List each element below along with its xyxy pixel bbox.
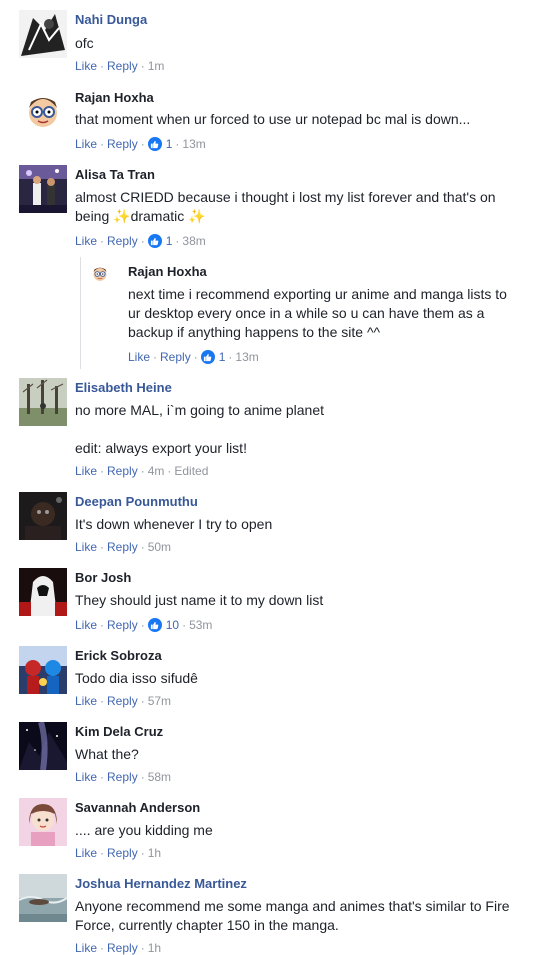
thumbs-up-icon	[147, 137, 162, 151]
avatar[interactable]	[19, 798, 67, 846]
thumbs-up-icon	[200, 350, 215, 364]
comment-text: no more MAL, i`m going to anime planet ed…	[75, 402, 325, 456]
reply-link[interactable]: Reply	[107, 540, 138, 554]
reaction-count[interactable]: 1	[200, 350, 225, 364]
like-link[interactable]: Like	[75, 618, 97, 632]
author-name[interactable]: Joshua Hernandez Martinez	[75, 876, 247, 891]
reply-link[interactable]: Reply	[107, 770, 138, 784]
author-name[interactable]: Deepan Pounmuthu	[75, 494, 198, 509]
comment-actions: Like · Reply · 50m	[75, 540, 172, 554]
like-link[interactable]: Like	[75, 234, 97, 248]
comment-text: It's down whenever I try to open	[75, 516, 273, 532]
like-link[interactable]: Like	[75, 137, 97, 151]
reply-link[interactable]: Reply	[107, 846, 138, 860]
author-name[interactable]: Kim Dela Cruz	[75, 724, 163, 739]
reply-link[interactable]: Reply	[107, 618, 138, 632]
comment-actions: Like · Reply · 1m	[75, 59, 165, 73]
timestamp[interactable]: 38m	[182, 234, 205, 248]
like-link[interactable]: Like	[75, 846, 97, 860]
thumbs-up-icon	[147, 234, 162, 248]
avatar[interactable]	[19, 874, 67, 922]
avatar[interactable]	[19, 378, 67, 426]
author-name[interactable]: Erick Sobroza	[75, 648, 162, 663]
reaction-count[interactable]: 10	[147, 618, 179, 632]
author-name[interactable]: Elisabeth Heine	[75, 380, 172, 395]
timestamp[interactable]: 50m	[148, 540, 171, 554]
comment-actions: Like · Reply · 10 · 53m	[75, 618, 213, 632]
timestamp[interactable]: 13m	[182, 137, 205, 151]
comment-actions: Like · Reply · 1 · 13m	[128, 350, 259, 364]
timestamp[interactable]: 13m	[235, 350, 258, 364]
comment-actions: Like · Reply · 1h	[75, 846, 162, 860]
timestamp[interactable]: 4m	[148, 464, 165, 478]
timestamp[interactable]: 1m	[148, 59, 165, 73]
reply-link[interactable]: Reply	[107, 464, 138, 478]
edited-label[interactable]: Edited	[174, 464, 208, 478]
author-name[interactable]: Rajan Hoxha	[128, 264, 207, 279]
avatar[interactable]	[89, 263, 111, 285]
comment-text: Todo dia isso sifudê	[75, 670, 198, 686]
reaction-count[interactable]: 1	[147, 234, 172, 248]
author-name[interactable]: Nahi Dunga	[75, 12, 147, 27]
avatar[interactable]	[19, 646, 67, 694]
like-link[interactable]: Like	[128, 350, 150, 364]
avatar[interactable]	[19, 492, 67, 540]
thumbs-up-icon	[147, 618, 162, 632]
reply-link[interactable]: Reply	[160, 350, 191, 364]
comment-actions: Like · Reply · 58m	[75, 770, 172, 784]
reply-thread-line	[80, 257, 81, 369]
comment-thread: Nahi Dunga ofc Like · Reply · 1m Rajan Hox…	[0, 0, 537, 955]
like-link[interactable]: Like	[75, 464, 97, 478]
comment-text: What the?	[75, 746, 139, 762]
comment-actions: Like · Reply · 57m	[75, 694, 172, 708]
comment-text: ofc	[75, 35, 94, 51]
like-link[interactable]: Like	[75, 770, 97, 784]
timestamp[interactable]: 1h	[148, 846, 161, 860]
avatar[interactable]	[19, 568, 67, 616]
author-name[interactable]: Rajan Hoxha	[75, 90, 154, 105]
author-name[interactable]: Bor Josh	[75, 570, 131, 585]
author-name[interactable]: Savannah Anderson	[75, 800, 200, 815]
reaction-count[interactable]: 1	[147, 137, 172, 151]
comment-text: They should just name it to my down list	[75, 592, 324, 608]
timestamp[interactable]: 58m	[148, 770, 171, 784]
avatar[interactable]	[19, 165, 67, 213]
timestamp[interactable]: 57m	[148, 694, 171, 708]
author-name[interactable]: Alisa Ta Tran	[75, 167, 155, 182]
comment-actions: Like · Reply · 4m · Edited	[75, 464, 209, 478]
reply-link[interactable]: Reply	[107, 234, 138, 248]
reply-link[interactable]: Reply	[107, 137, 138, 151]
like-link[interactable]: Like	[75, 540, 97, 554]
comment-text: Anyone recommend me some manga and anime…	[75, 898, 510, 933]
like-link[interactable]: Like	[75, 694, 97, 708]
comment-text: almost CRIEDD because i thought i lost m…	[75, 189, 496, 224]
comment-actions: Like · Reply · 1 · 13m	[75, 137, 206, 151]
reply-link[interactable]: Reply	[107, 694, 138, 708]
comment-text: .... are you kidding me	[75, 822, 213, 838]
comment-text: next time i recommend exporting ur anime…	[128, 286, 507, 340]
timestamp[interactable]: 53m	[189, 618, 212, 632]
like-link[interactable]: Like	[75, 59, 97, 73]
comment-actions: Like · Reply · 1 · 38m	[75, 234, 206, 248]
reply-link[interactable]: Reply	[107, 59, 138, 73]
avatar[interactable]	[19, 722, 67, 770]
avatar[interactable]	[19, 88, 67, 136]
comment-text: that moment when ur forced to use ur not…	[75, 111, 471, 127]
avatar[interactable]	[19, 10, 67, 58]
